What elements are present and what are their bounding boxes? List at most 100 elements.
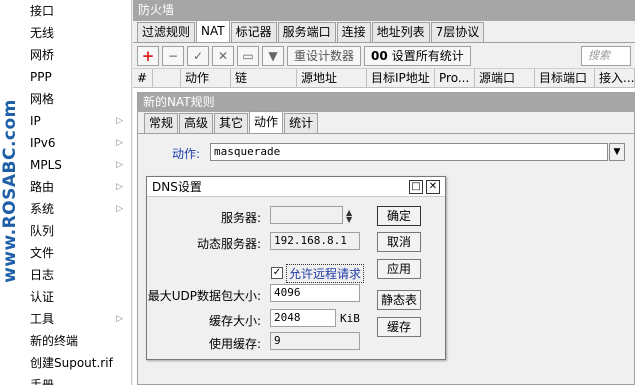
- menu-item-new-terminal[interactable]: 新的终端: [22, 330, 131, 352]
- tab-nat[interactable]: NAT: [196, 20, 230, 42]
- menu-item-label: 路由: [30, 180, 55, 194]
- reset-counters-button[interactable]: 重设计数器: [287, 45, 362, 66]
- spin-updown-icon[interactable]: ▲ ▼: [346, 209, 352, 224]
- menu-item-ip[interactable]: IP ▷: [22, 110, 131, 132]
- static-button[interactable]: 静态表: [377, 290, 421, 310]
- submenu-arrow-icon: ▷: [116, 116, 123, 126]
- brand-strip: www.ROSABC.com: [0, 0, 22, 385]
- menu-item-label: 新的终端: [30, 334, 79, 348]
- remove-rule-button[interactable]: −: [162, 45, 184, 66]
- winbox-window: www.ROSABC.com 接口 无线 网桥 PPP 网格 IP ▷ IPv6 ▷…: [0, 0, 635, 385]
- close-icon[interactable]: ✕: [426, 180, 440, 194]
- main-menu: 接口 无线 网桥 PPP 网格 IP ▷ IPv6 ▷ MPLS ▷ 路由 ▷ 系统 ▷ …: [22, 0, 132, 385]
- allow-remote-requests-checkbox[interactable]: ✓ 允许远程请求: [271, 263, 365, 283]
- column-header-index[interactable]: #: [133, 69, 153, 87]
- enable-rule-button[interactable]: ✓: [187, 45, 209, 66]
- menu-item-routing[interactable]: 路由 ▷: [22, 176, 131, 198]
- menu-item-files[interactable]: 文件: [22, 242, 131, 264]
- menu-item-make-supout[interactable]: 创建Supout.rif: [22, 352, 131, 374]
- reset-all-counters-label: 设置所有统计: [391, 49, 464, 63]
- action-label: 动作:: [172, 147, 201, 161]
- menu-item-mpls[interactable]: MPLS ▷: [22, 154, 131, 176]
- column-header-action[interactable]: 动作: [181, 69, 231, 87]
- ok-button[interactable]: 确定: [377, 206, 421, 226]
- menu-item-log[interactable]: 日志: [22, 264, 131, 286]
- cache-size-label: 缓存大小:: [208, 314, 261, 328]
- column-header-dst-port[interactable]: 目标端口: [535, 69, 595, 87]
- menu-item-label: 接口: [30, 4, 55, 18]
- dns-dialog-title[interactable]: DNS设置 □ ✕: [147, 177, 445, 197]
- menu-item-mesh[interactable]: 网格: [22, 88, 131, 110]
- menu-item-label: 工具: [30, 312, 55, 326]
- add-rule-button[interactable]: +: [137, 45, 159, 66]
- menu-item-label: 创建Supout.rif: [30, 356, 113, 370]
- column-header-in-interface[interactable]: 接入...: [595, 69, 635, 87]
- action-row: 动作: masquerade ▼: [138, 143, 635, 163]
- reset-all-counters-button[interactable]: 00 设置所有统计: [364, 45, 471, 66]
- chevron-down-icon[interactable]: ▼: [609, 143, 625, 161]
- column-header-src-address[interactable]: 源地址: [297, 69, 367, 87]
- menu-item-radius[interactable]: 认证: [22, 286, 131, 308]
- rules-table-header: # 动作 链 源地址 目标IP地址 Pro... 源端口 目标端口 接入...: [133, 69, 635, 88]
- menu-item-bridge[interactable]: 网桥: [22, 44, 131, 66]
- tab-action[interactable]: 动作: [249, 111, 284, 133]
- apply-button[interactable]: 应用: [377, 259, 421, 279]
- tab-filter-rules[interactable]: 过滤规则: [137, 22, 196, 42]
- tab-layer7-protocols[interactable]: 7层协议: [430, 22, 485, 42]
- tab-address-lists[interactable]: 地址列表: [371, 22, 430, 42]
- firewall-toolbar: + − ✓ ✕ ▭ ▼ 重设计数器 00 设置所有统计 搜索: [133, 43, 635, 69]
- tab-mangle[interactable]: 标记器: [230, 22, 277, 42]
- menu-item-label: 认证: [30, 290, 55, 304]
- nat-rule-tabs: 常规 高级 其它 动作 统计: [138, 111, 634, 134]
- tab-connections[interactable]: 连接: [336, 22, 371, 42]
- submenu-arrow-icon: ▷: [116, 182, 123, 192]
- column-header-src-port[interactable]: 源端口: [475, 69, 535, 87]
- brand-logo-text: www.ROSABC.com: [0, 99, 20, 283]
- tab-advanced[interactable]: 高级: [179, 113, 214, 133]
- menu-item-ppp[interactable]: PPP: [22, 66, 131, 88]
- submenu-arrow-icon: ▷: [116, 138, 123, 148]
- menu-item-label: IP: [30, 114, 41, 128]
- menu-item-label: 系统: [30, 202, 55, 216]
- cache-size-input[interactable]: 2048: [270, 309, 336, 327]
- search-input[interactable]: 搜索: [581, 45, 631, 66]
- tab-statistics[interactable]: 统计: [284, 113, 319, 133]
- column-header-spacer: [153, 69, 181, 87]
- maximize-icon[interactable]: □: [409, 180, 423, 194]
- submenu-arrow-icon: ▷: [116, 314, 123, 324]
- menu-item-ipv6[interactable]: IPv6 ▷: [22, 132, 131, 154]
- column-header-chain[interactable]: 链: [231, 69, 297, 87]
- cache-button[interactable]: 缓存: [377, 317, 421, 337]
- cancel-button[interactable]: 取消: [377, 232, 421, 252]
- tab-extra[interactable]: 其它: [214, 113, 249, 133]
- menu-item-queues[interactable]: 队列: [22, 220, 131, 242]
- column-header-dst-address[interactable]: 目标IP地址: [367, 69, 435, 87]
- nat-rule-title[interactable]: 新的NAT规则: [138, 93, 634, 112]
- dynamic-servers-field: 192.168.8.1: [270, 232, 360, 250]
- max-udp-input[interactable]: 4096: [270, 284, 360, 302]
- submenu-arrow-icon: ▷: [116, 160, 123, 170]
- cache-used-label: 使用缓存:: [208, 337, 261, 351]
- menu-item-wireless[interactable]: 无线: [22, 22, 131, 44]
- menu-item-label: IPv6: [30, 136, 56, 150]
- filter-icon[interactable]: ▼: [262, 45, 284, 66]
- disable-rule-button[interactable]: ✕: [212, 45, 234, 66]
- checkmark-icon: ✓: [271, 267, 283, 279]
- menu-item-tools[interactable]: 工具 ▷: [22, 308, 131, 330]
- menu-item-interfaces[interactable]: 接口: [22, 0, 131, 22]
- menu-item-label: 网格: [30, 92, 55, 106]
- menu-item-label: MPLS: [30, 158, 62, 172]
- menu-item-system[interactable]: 系统 ▷: [22, 198, 131, 220]
- firewall-title[interactable]: 防火墙: [133, 0, 635, 21]
- tab-general[interactable]: 常规: [144, 113, 179, 133]
- menu-item-label: 无线: [30, 26, 55, 40]
- comment-button[interactable]: ▭: [237, 45, 259, 66]
- reset-counters-label: 重设计数器: [294, 49, 355, 63]
- column-header-protocol[interactable]: Pro...: [435, 69, 475, 87]
- servers-field[interactable]: [270, 206, 343, 224]
- action-select[interactable]: masquerade: [210, 143, 608, 161]
- tab-service-ports[interactable]: 服务端口: [277, 22, 336, 42]
- menu-item-manual[interactable]: 手册: [22, 374, 131, 385]
- dns-settings-dialog: DNS设置 □ ✕ 服务器: ▲ ▼ 动态服务器: 192.168.8.1 ✓ 允…: [146, 176, 446, 360]
- allow-remote-requests-label: 允许远程请求: [286, 263, 365, 283]
